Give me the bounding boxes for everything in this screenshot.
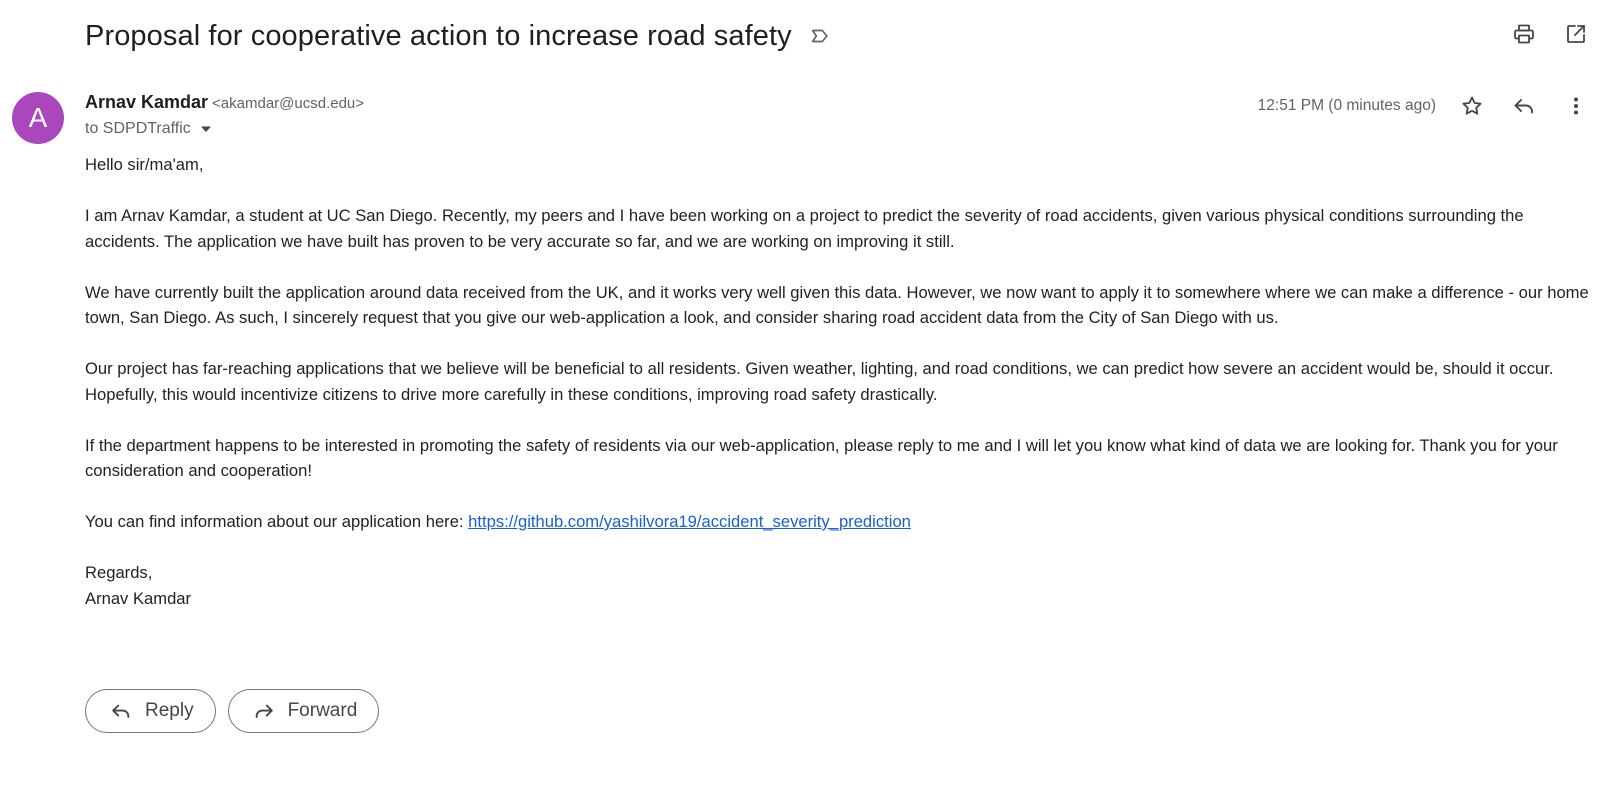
forward-button[interactable]: Forward	[227, 689, 380, 733]
avatar-initial: A	[28, 102, 48, 133]
sender-line: Arnav Kamdar <akamdar@ucsd.edu>	[85, 92, 364, 113]
timestamp: 12:51 PM (0 minutes ago)	[1257, 97, 1436, 114]
link-paragraph: You can find information about our appli…	[85, 509, 1595, 535]
email-subject: Proposal for cooperative action to incre…	[85, 19, 792, 52]
sender-email: <akamdar@ucsd.edu>	[212, 95, 365, 112]
print-icon[interactable]	[1510, 20, 1538, 48]
reply-icon	[110, 700, 132, 722]
body-paragraph: Our project has far-reaching application…	[85, 359, 1554, 404]
recipient-line: to SDPDTraffic	[85, 120, 213, 138]
reply-icon[interactable]	[1510, 92, 1538, 120]
closing: Regards,	[85, 563, 153, 582]
star-icon[interactable]	[1458, 92, 1486, 120]
forward-button-label: Forward	[287, 700, 358, 721]
open-in-new-window-icon[interactable]	[1562, 20, 1590, 48]
message-body: Hello sir/ma'am, I am Arnav Kamdar, a st…	[85, 152, 1595, 637]
recipient-label: to SDPDTraffic	[85, 120, 191, 137]
avatar[interactable]: A	[12, 92, 64, 144]
signature: Arnav Kamdar	[85, 588, 192, 608]
body-paragraph: If the department happens to be interest…	[85, 435, 1558, 481]
email-view: Proposal for cooperative action to incre…	[0, 0, 1600, 802]
forward-icon	[253, 700, 275, 722]
body-paragraph: I am Arnav Kamdar, a student at UC San D…	[85, 206, 1524, 251]
reply-button-label: Reply	[145, 700, 194, 721]
top-actions	[1510, 20, 1590, 48]
link-prefix: You can find information about our appli…	[85, 512, 469, 531]
more-vert-icon[interactable]	[1562, 92, 1590, 120]
sender-name[interactable]: Arnav Kamdar	[85, 92, 208, 112]
subject-row: Proposal for cooperative action to incre…	[85, 14, 832, 58]
greeting: Hello sir/ma'am,	[85, 155, 204, 174]
reply-forward-buttons: Reply Forward	[85, 689, 380, 733]
label-icon[interactable]	[808, 24, 832, 48]
github-link[interactable]: https://github.com/yashilvora19/accident…	[468, 512, 911, 531]
signoff: Regards, Arnav Kamdar	[85, 560, 1595, 611]
message-meta: 12:51 PM (0 minutes ago)	[1258, 92, 1600, 120]
caret-down-icon[interactable]	[199, 122, 213, 136]
reply-button[interactable]: Reply	[85, 689, 216, 733]
body-paragraph: We have currently built the application …	[85, 282, 1589, 328]
